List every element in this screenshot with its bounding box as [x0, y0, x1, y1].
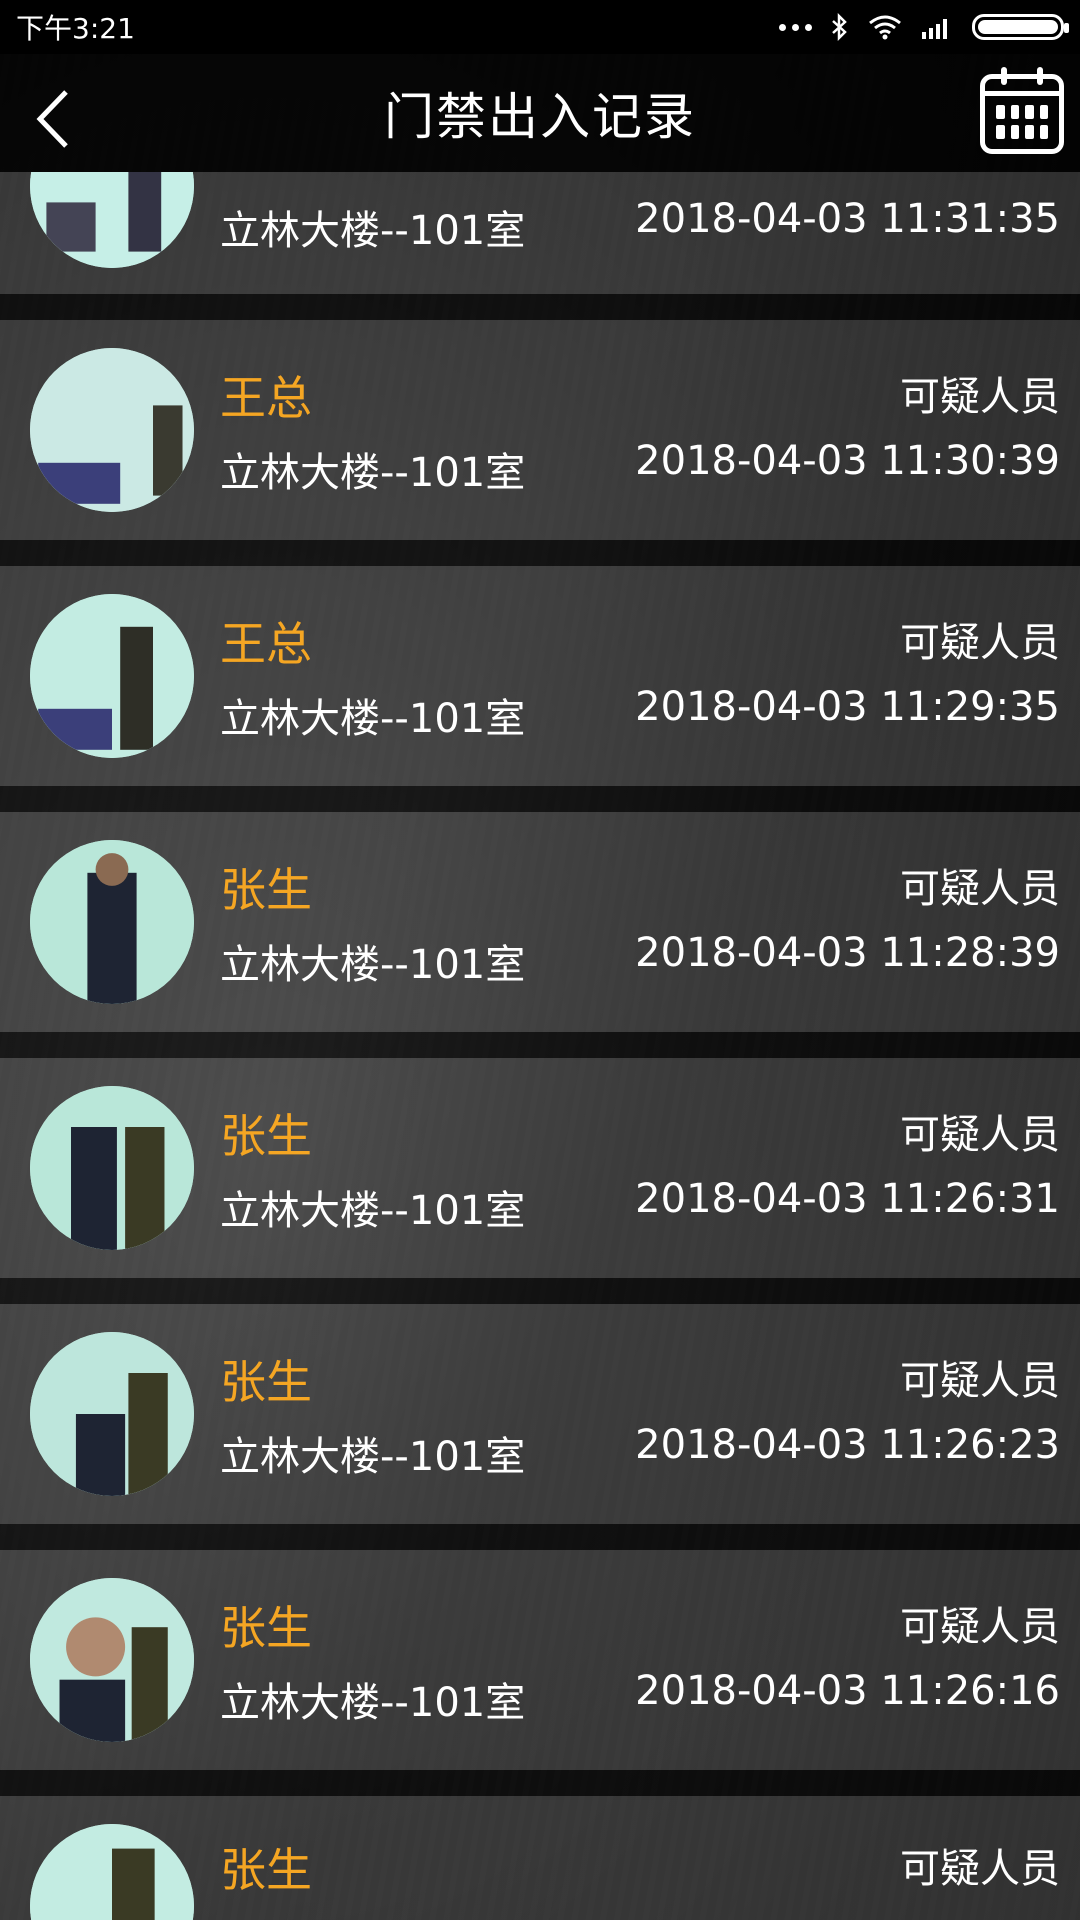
- record-place: 立林大楼--101室: [220, 696, 526, 742]
- record-type: 可疑人员: [900, 1604, 1060, 1650]
- row-divider: [0, 294, 1080, 320]
- row-divider: [0, 1278, 1080, 1304]
- record-place: 立林大楼--101室: [220, 208, 526, 254]
- row-divider: [0, 1524, 1080, 1550]
- record-name: 张生: [220, 1601, 312, 1655]
- avatar: [30, 594, 194, 758]
- back-button[interactable]: [18, 84, 88, 154]
- row-divider: [0, 1770, 1080, 1796]
- signal-icon: [922, 19, 947, 39]
- app-header: 门禁出入记录: [0, 54, 1080, 172]
- more-dots-icon: [779, 23, 812, 31]
- record-type: 可疑人员: [900, 374, 1060, 420]
- record-type: 可疑人员: [900, 620, 1060, 666]
- list-item[interactable]: 立林大楼--101室 2018-04-03 11:31:35: [0, 172, 1080, 294]
- list-item[interactable]: 张生 可疑人员: [0, 1796, 1080, 1920]
- record-type: 可疑人员: [900, 1112, 1060, 1158]
- avatar: [30, 172, 194, 268]
- list-item[interactable]: 张生 可疑人员 立林大楼--101室 2018-04-03 11:26:31: [0, 1058, 1080, 1278]
- status-bar: 下午3:21: [0, 0, 1080, 54]
- access-record-list[interactable]: 立林大楼--101室 2018-04-03 11:31:35 王总 可疑人员 立…: [0, 172, 1080, 1920]
- record-name: 王总: [220, 617, 312, 671]
- battery-icon: [972, 14, 1069, 40]
- row-divider: [0, 786, 1080, 812]
- avatar: [30, 1086, 194, 1250]
- record-time: 2018-04-03 11:28:39: [635, 930, 1060, 976]
- avatar: [30, 348, 194, 512]
- record-type: 可疑人员: [900, 1846, 1060, 1892]
- avatar: [30, 1578, 194, 1742]
- chevron-left-icon: [36, 90, 68, 148]
- record-time: 2018-04-03 11:26:16: [635, 1668, 1060, 1714]
- page-title: 门禁出入记录: [384, 88, 696, 146]
- list-item[interactable]: 张生 可疑人员 立林大楼--101室 2018-04-03 11:26:16: [0, 1550, 1080, 1770]
- avatar: [30, 840, 194, 1004]
- list-item[interactable]: 张生 可疑人员 立林大楼--101室 2018-04-03 11:26:23: [0, 1304, 1080, 1524]
- record-time: 2018-04-03 11:31:35: [635, 196, 1060, 242]
- record-name: 张生: [220, 1843, 312, 1897]
- record-type: 可疑人员: [900, 866, 1060, 912]
- record-place: 立林大楼--101室: [220, 1434, 526, 1480]
- record-type: 可疑人员: [900, 1358, 1060, 1404]
- record-place: 立林大楼--101室: [220, 942, 526, 988]
- list-item[interactable]: 张生 可疑人员 立林大楼--101室 2018-04-03 11:28:39: [0, 812, 1080, 1032]
- record-place: 立林大楼--101室: [220, 450, 526, 496]
- status-icons: [779, 13, 1069, 41]
- list-item[interactable]: 王总 可疑人员 立林大楼--101室 2018-04-03 11:30:39: [0, 320, 1080, 540]
- record-place: 立林大楼--101室: [220, 1680, 526, 1726]
- record-time: 2018-04-03 11:29:35: [635, 684, 1060, 730]
- record-name: 王总: [220, 371, 312, 425]
- calendar-icon: [996, 105, 1048, 139]
- row-divider: [0, 1032, 1080, 1058]
- record-name: 张生: [220, 1109, 312, 1163]
- calendar-button[interactable]: [980, 67, 1064, 154]
- row-divider: [0, 540, 1080, 566]
- bluetooth-icon: [832, 13, 847, 41]
- avatar: [30, 1824, 194, 1920]
- record-name: 张生: [220, 1355, 312, 1409]
- record-time: 2018-04-03 11:26:31: [635, 1176, 1060, 1222]
- avatar: [30, 1332, 194, 1496]
- record-name: 张生: [220, 863, 312, 917]
- record-time: 2018-04-03 11:30:39: [635, 438, 1060, 484]
- wifi-icon: [869, 15, 901, 40]
- record-time: 2018-04-03 11:26:23: [635, 1422, 1060, 1468]
- list-item[interactable]: 王总 可疑人员 立林大楼--101室 2018-04-03 11:29:35: [0, 566, 1080, 786]
- record-place: 立林大楼--101室: [220, 1188, 526, 1234]
- status-time: 下午3:21: [16, 12, 135, 45]
